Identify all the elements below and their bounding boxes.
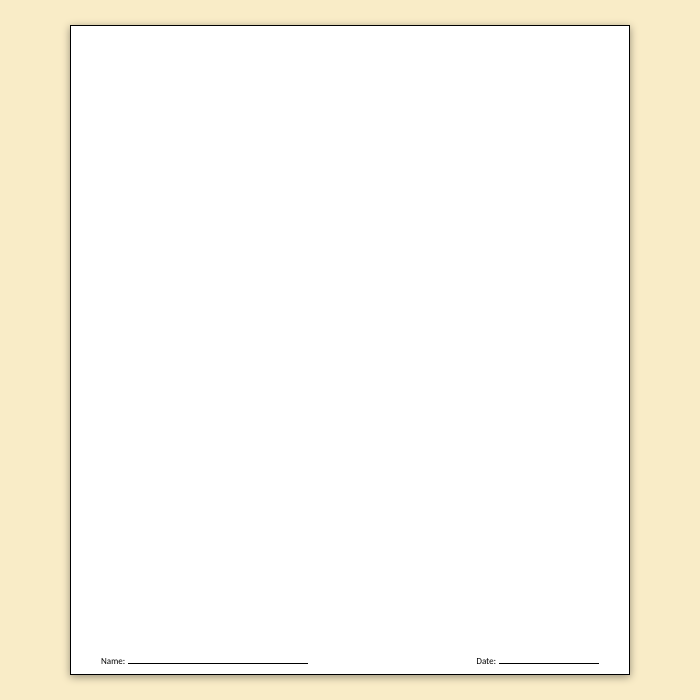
header-row: Name: Date: [101, 656, 599, 667]
watermark [101, 44, 599, 656]
date-field[interactable]: Date: [476, 656, 599, 667]
worksheet-page: Name: Date: CELL HOMEOSTASIS VIRTUAL LAB… [70, 25, 630, 675]
name-field[interactable]: Name: [101, 656, 308, 667]
